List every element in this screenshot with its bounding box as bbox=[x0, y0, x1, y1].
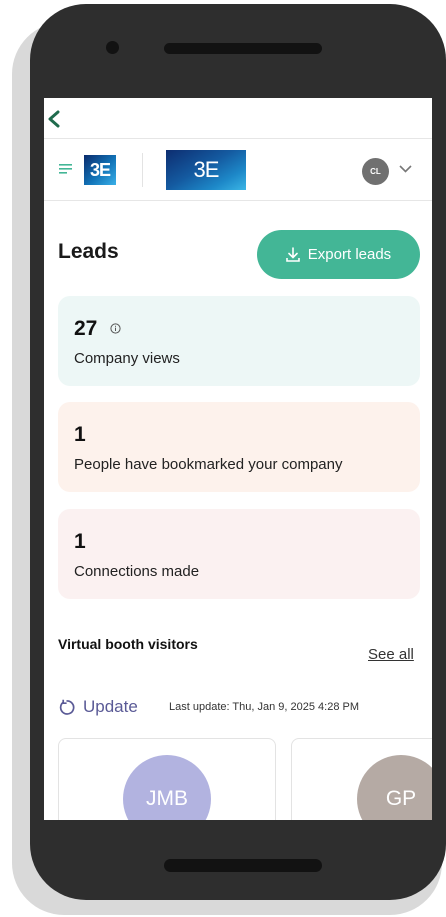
update-button[interactable]: Update bbox=[58, 697, 138, 717]
menu-icon[interactable] bbox=[59, 164, 73, 174]
section-title-visitors: Virtual booth visitors bbox=[58, 636, 198, 652]
speaker bbox=[164, 43, 322, 54]
home-indicator bbox=[164, 859, 322, 872]
back-arrow-icon[interactable] bbox=[47, 110, 61, 128]
stat-label: People have bookmarked your company bbox=[74, 456, 343, 473]
event-logo[interactable]: 3E bbox=[166, 150, 246, 190]
back-row bbox=[44, 98, 432, 139]
info-icon[interactable] bbox=[110, 323, 121, 334]
stat-card-company-views: 27 Company views bbox=[58, 296, 420, 386]
download-icon bbox=[285, 247, 300, 262]
visitor-avatar: JMB bbox=[123, 755, 211, 820]
refresh-icon bbox=[59, 699, 75, 715]
export-leads-label: Export leads bbox=[307, 246, 392, 263]
page-title: Leads bbox=[58, 240, 119, 263]
company-logo-mark: 3E bbox=[89, 160, 111, 180]
stat-card-connections: 1 Connections made bbox=[58, 509, 420, 599]
see-all-link[interactable]: See all bbox=[368, 646, 414, 663]
visitor-avatar: GP bbox=[357, 755, 432, 820]
header-divider bbox=[142, 153, 143, 187]
stat-card-bookmarks: 1 People have bookmarked your company bbox=[58, 402, 420, 492]
stat-value: 1 bbox=[74, 423, 86, 446]
visitor-card[interactable]: JMB bbox=[58, 738, 276, 820]
phone-frame: 3E 3E CL Leads Export leads 27 Company v… bbox=[30, 4, 446, 900]
top-bar: 3E 3E CL bbox=[44, 139, 432, 201]
stat-label: Connections made bbox=[74, 563, 200, 580]
visitor-card[interactable]: GP bbox=[291, 738, 432, 820]
event-logo-mark: 3E bbox=[193, 157, 220, 182]
user-avatar[interactable]: CL bbox=[362, 158, 389, 185]
export-leads-button[interactable]: Export leads bbox=[257, 230, 420, 279]
stat-label: Company views bbox=[74, 350, 180, 367]
update-label: Update bbox=[83, 697, 138, 716]
app-screen: 3E 3E CL Leads Export leads 27 Company v… bbox=[44, 98, 432, 820]
camera bbox=[106, 41, 119, 54]
chevron-down-icon[interactable] bbox=[399, 165, 412, 173]
last-update-text: Last update: Thu, Jan 9, 2025 4:28 PM bbox=[169, 701, 359, 713]
stat-value: 27 bbox=[74, 317, 98, 340]
stat-value: 1 bbox=[74, 530, 86, 553]
company-logo[interactable]: 3E bbox=[84, 155, 116, 185]
